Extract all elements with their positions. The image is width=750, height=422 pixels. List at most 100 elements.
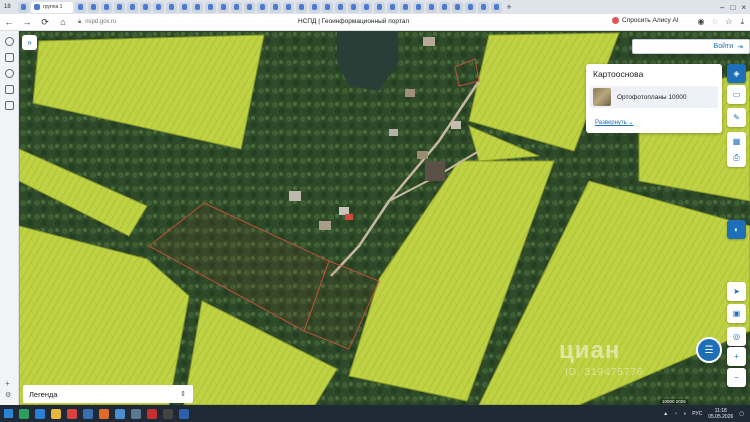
minimize-icon[interactable]: –: [720, 3, 724, 12]
locate-button[interactable]: ➤: [727, 282, 746, 301]
tab-item[interactable]: [387, 1, 398, 13]
tab-item[interactable]: [400, 1, 411, 13]
compass-button[interactable]: ◎: [727, 327, 746, 346]
chat-icon[interactable]: ◌: [713, 17, 718, 27]
map-view[interactable]: » Войти ⇥ Картооснова Ортофотопланы 1000…: [19, 31, 750, 405]
forward-icon[interactable]: →: [18, 17, 36, 27]
close-icon[interactable]: ×: [741, 3, 746, 12]
basemap-layer-label: Ортофотопланы 10000: [617, 93, 687, 101]
tab-item[interactable]: [218, 1, 229, 13]
tab-item[interactable]: [348, 1, 359, 13]
tab-item[interactable]: [101, 1, 112, 13]
tray-icon[interactable]: ▲: [663, 411, 668, 417]
app-icon[interactable]: [83, 408, 93, 419]
alice-button[interactable]: Спросить Алису AI: [612, 17, 679, 24]
clock[interactable]: 11:18 05.05.2026: [708, 408, 733, 420]
tab-item[interactable]: [114, 1, 125, 13]
bookmarks-icon[interactable]: [5, 53, 14, 62]
chrome-icon[interactable]: [19, 408, 29, 419]
firefox-icon[interactable]: [99, 408, 109, 419]
tab-item[interactable]: [478, 1, 489, 13]
tab-item[interactable]: [296, 1, 307, 13]
url-field[interactable]: 🔒︎ nspd.gov.ru: [78, 16, 278, 29]
tab-favicon-icon: [416, 4, 421, 10]
compass-icon: ◎: [733, 332, 740, 341]
windows-start-icon[interactable]: [4, 409, 13, 418]
tab-item[interactable]: [335, 1, 346, 13]
tab-item[interactable]: [322, 1, 333, 13]
tab-favicon-icon: [442, 4, 447, 10]
media-icon[interactable]: [5, 69, 14, 78]
notes-icon[interactable]: [5, 85, 14, 94]
tab-item[interactable]: [361, 1, 372, 13]
acrobat-icon[interactable]: [147, 408, 157, 419]
tab-item[interactable]: [491, 1, 502, 13]
tab-active[interactable]: группа 1: [31, 1, 73, 13]
tab-item[interactable]: [270, 1, 281, 13]
edit-tool-button[interactable]: ✎: [727, 108, 746, 127]
tab-favicon-icon: [364, 4, 369, 10]
language-indicator[interactable]: РУС: [692, 411, 702, 417]
tab-item[interactable]: [179, 1, 190, 13]
zoom-out-button[interactable]: −: [727, 368, 746, 387]
app-icon[interactable]: [163, 408, 173, 419]
apps-icon[interactable]: [5, 101, 14, 110]
tab-item[interactable]: [309, 1, 320, 13]
tab-item[interactable]: [465, 1, 476, 13]
basemap-tool-button[interactable]: ◈: [727, 64, 746, 83]
tab-item[interactable]: [257, 1, 268, 13]
tab-item[interactable]: [283, 1, 294, 13]
legend-dropdown[interactable]: Легенда ⇕: [23, 385, 193, 403]
zoom-in-button[interactable]: +: [727, 347, 746, 366]
basemap-layer-item[interactable]: Ортофотопланы 10000: [590, 86, 718, 108]
reload-icon[interactable]: ⟳: [36, 17, 54, 28]
tab-item[interactable]: [413, 1, 424, 13]
app-icon[interactable]: [131, 408, 141, 419]
side-tab-button[interactable]: ◐: [727, 220, 746, 239]
edit-icon: ✎: [733, 113, 740, 122]
chevron-updown-icon: ⇕: [180, 391, 186, 398]
expand-panel-button[interactable]: »: [22, 35, 37, 50]
tab-item[interactable]: [18, 1, 29, 13]
ruler-icon: ▦: [732, 137, 741, 146]
tab-item[interactable]: [231, 1, 242, 13]
tab-item[interactable]: [75, 1, 86, 13]
tab-item[interactable]: [426, 1, 437, 13]
notifications-icon[interactable]: ▢: [739, 411, 744, 417]
explorer-icon[interactable]: [51, 408, 61, 419]
maximize-icon[interactable]: □: [730, 3, 735, 12]
settings-icon[interactable]: ⚙: [5, 391, 14, 400]
tab-item[interactable]: [140, 1, 151, 13]
edge-icon[interactable]: [35, 408, 45, 419]
back-icon[interactable]: ←: [0, 17, 18, 27]
tab-item[interactable]: [439, 1, 450, 13]
favorites-icon[interactable]: ☆: [725, 17, 732, 27]
tab-item[interactable]: [374, 1, 385, 13]
tab-item[interactable]: [452, 1, 463, 13]
tab-item[interactable]: [166, 1, 177, 13]
yandex-browser-icon[interactable]: [67, 408, 77, 419]
network-icon[interactable]: ◔: [674, 411, 677, 417]
volume-icon[interactable]: ◖: [683, 411, 686, 417]
home-icon[interactable]: ⌂: [54, 17, 72, 27]
extension-icon[interactable]: ◉: [698, 17, 705, 27]
tab-item[interactable]: [88, 1, 99, 13]
tab-item[interactable]: [244, 1, 255, 13]
card-tool-button[interactable]: ▭: [727, 85, 746, 104]
add-icon[interactable]: +: [5, 379, 14, 388]
login-button[interactable]: Войти ⇥: [632, 39, 750, 54]
word-icon[interactable]: [179, 408, 189, 419]
history-icon[interactable]: [5, 37, 14, 46]
tab-item[interactable]: [205, 1, 216, 13]
tab-item[interactable]: [153, 1, 164, 13]
map-mode-button[interactable]: ▣: [727, 304, 746, 323]
app-icon[interactable]: [115, 408, 125, 419]
tab-item[interactable]: [192, 1, 203, 13]
tab-item[interactable]: [127, 1, 138, 13]
print-tool-button[interactable]: ⎙: [727, 148, 746, 167]
tab-favicon-icon: [78, 4, 83, 10]
support-chat-button[interactable]: ☰: [696, 337, 722, 363]
basemap-expand-link[interactable]: Развернуть ⌄: [595, 119, 634, 126]
download-icon[interactable]: ⤓: [740, 17, 744, 27]
new-tab-icon[interactable]: +: [504, 2, 514, 12]
